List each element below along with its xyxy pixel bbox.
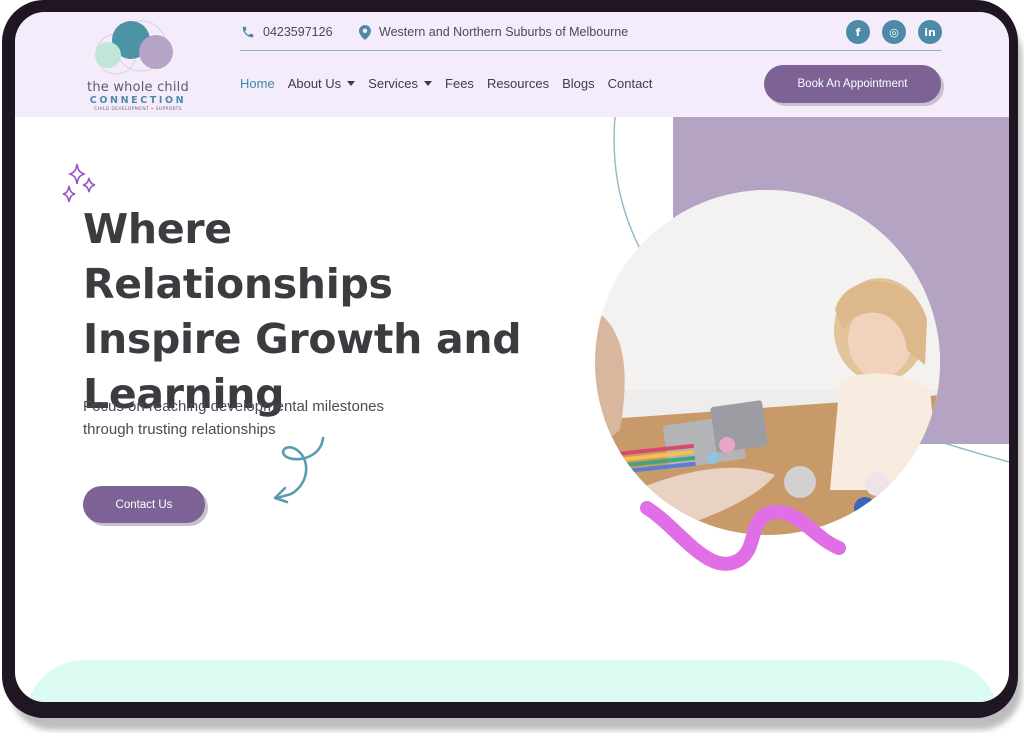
location-text: Western and Northern Suburbs of Melbourn… (379, 25, 629, 39)
header-phone[interactable]: 0423597126 (241, 24, 333, 40)
hero-headline: Where Relationships Inspire Growth and L… (83, 202, 553, 422)
main-nav: Home About Us Services Fees Resources Bl… (240, 76, 652, 91)
next-section-wave (25, 660, 999, 702)
phone-number: 0423597126 (263, 25, 333, 39)
headline-line-2-rest: and (422, 315, 522, 363)
headline-highlight: Inspire Growth (83, 312, 422, 367)
nav-item-blogs[interactable]: Blogs (562, 76, 595, 91)
subtitle-line-2: through trusting relationships (83, 421, 276, 438)
nav-label: About Us (287, 76, 342, 91)
logo-tagline: CHILD DEVELOPMENT • SUPPORTS (94, 107, 182, 112)
instagram-icon[interactable]: ◎ (882, 20, 906, 44)
map-pin-icon (359, 24, 371, 40)
logo-circles-icon (95, 20, 173, 75)
nav-item-fees[interactable]: Fees (445, 76, 474, 91)
header-location: Western and Northern Suburbs of Melbourn… (359, 24, 628, 40)
hero-photo (595, 190, 940, 535)
nav-item-about-us[interactable]: About Us (287, 76, 356, 91)
book-appointment-button[interactable]: Book An Appointment (764, 65, 941, 103)
nav-item-services[interactable]: Services (368, 76, 433, 91)
contact-us-button[interactable]: Contact Us (83, 486, 205, 523)
nav-label: Resources (486, 76, 550, 91)
child-therapy-illustration (595, 190, 940, 535)
headline-line-1: Where Relationships (83, 205, 393, 308)
chevron-down-icon (424, 81, 433, 86)
logo-text-primary: the whole child (87, 80, 189, 95)
facebook-icon[interactable]: f (846, 20, 870, 44)
nav-label: Blogs (562, 76, 595, 91)
nav-label: Fees (445, 76, 474, 91)
social-links: f ◎ in (846, 20, 942, 44)
nav-item-contact[interactable]: Contact (608, 76, 653, 91)
browser-viewport: the whole child CONNECTION CHILD DEVELOP… (15, 12, 1009, 702)
linkedin-icon[interactable]: in (918, 20, 942, 44)
chevron-down-icon (347, 81, 356, 86)
nav-item-home[interactable]: Home (240, 76, 275, 91)
header-divider (240, 50, 941, 51)
nav-label: Contact (607, 76, 653, 91)
subtitle-line-1: Focus on reaching developmental mileston… (83, 398, 385, 415)
nav-item-resources[interactable]: Resources (487, 76, 549, 91)
nav-label: Home (240, 76, 275, 91)
hero-subtitle: Focus on reaching developmental mileston… (83, 395, 443, 441)
site-header: the whole child CONNECTION CHILD DEVELOP… (15, 12, 1009, 117)
logo-text-secondary: CONNECTION (89, 95, 187, 106)
swirl-arrow-icon (273, 436, 325, 504)
nav-label: Services (368, 76, 419, 91)
site-logo[interactable]: the whole child CONNECTION CHILD DEVELOP… (81, 20, 193, 112)
phone-icon (241, 25, 255, 39)
decorative-pink-squiggle (640, 501, 846, 571)
